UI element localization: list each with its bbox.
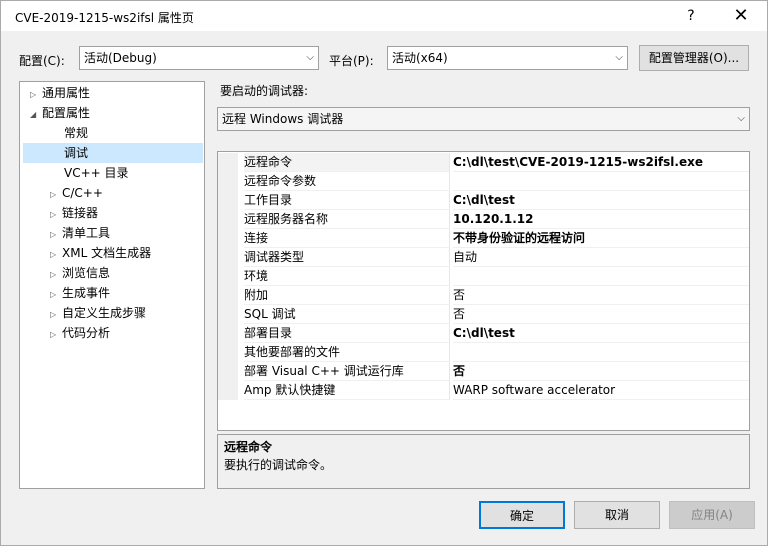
property-name: 部署目录 bbox=[244, 324, 450, 343]
property-row[interactable]: 部署目录 C:\dl\test bbox=[218, 324, 749, 343]
property-row[interactable]: 部署 Visual C++ 调试运行库 否 bbox=[218, 362, 749, 381]
expand-arrow-icon[interactable]: ▷ bbox=[50, 245, 62, 265]
close-button[interactable]: ✕ bbox=[731, 6, 751, 26]
property-row[interactable]: SQL 调试 否 bbox=[218, 305, 749, 324]
property-value[interactable]: WARP software accelerator bbox=[453, 381, 749, 400]
property-row[interactable]: 附加 否 bbox=[218, 286, 749, 305]
tree-item-config-properties[interactable]: ◢ 配置属性 bbox=[30, 103, 200, 123]
property-value[interactable]: 自动 bbox=[453, 248, 749, 267]
property-row[interactable]: 远程命令参数 bbox=[218, 172, 749, 191]
config-dropdown[interactable]: 活动(Debug) ⌵ bbox=[79, 46, 319, 70]
property-name: SQL 调试 bbox=[244, 305, 450, 324]
platform-label: 平台(P): bbox=[329, 54, 374, 68]
window-title: CVE-2019-1215-ws2ifsl 属性页 bbox=[15, 11, 194, 25]
tree-item-build-events[interactable]: ▷ 生成事件 bbox=[50, 283, 200, 303]
config-value: 活动(Debug) bbox=[84, 51, 157, 65]
tree-item-vc-directories[interactable]: VC++ 目录 bbox=[64, 163, 200, 183]
debugger-dropdown[interactable]: 远程 Windows 调试器 ⌵ bbox=[217, 107, 750, 131]
title-bar: CVE-2019-1215-ws2ifsl 属性页 ? ✕ bbox=[1, 1, 767, 31]
platform-value: 活动(x64) bbox=[392, 51, 448, 65]
property-name: 工作目录 bbox=[244, 191, 450, 210]
property-row[interactable]: 远程命令 C:\dl\test\CVE-2019-1215-ws2ifsl.ex… bbox=[218, 153, 749, 172]
property-name: 环境 bbox=[244, 267, 450, 286]
expand-arrow-icon[interactable]: ▷ bbox=[50, 185, 62, 205]
description-title: 远程命令 bbox=[224, 440, 273, 454]
description-pane: 远程命令 要执行的调试命令。 bbox=[217, 434, 750, 489]
config-manager-button[interactable]: 配置管理器(O)... bbox=[639, 45, 749, 71]
expand-arrow-icon[interactable]: ▷ bbox=[50, 285, 62, 305]
tree-item-general[interactable]: 常规 bbox=[64, 123, 200, 143]
chevron-down-icon: ⌵ bbox=[615, 52, 623, 63]
property-value[interactable] bbox=[453, 267, 749, 286]
ok-button[interactable]: 确定 bbox=[479, 501, 565, 529]
property-row[interactable]: 调试器类型 自动 bbox=[218, 248, 749, 267]
property-value[interactable]: 10.120.1.12 bbox=[453, 210, 749, 229]
property-name: 其他要部署的文件 bbox=[244, 343, 450, 362]
property-row[interactable]: 环境 bbox=[218, 267, 749, 286]
property-grid: 远程命令 C:\dl\test\CVE-2019-1215-ws2ifsl.ex… bbox=[217, 151, 750, 431]
property-value[interactable] bbox=[453, 343, 749, 362]
platform-dropdown[interactable]: 活动(x64) ⌵ bbox=[387, 46, 628, 70]
expand-arrow-icon[interactable]: ▷ bbox=[50, 305, 62, 325]
property-name: Amp 默认快捷键 bbox=[244, 381, 450, 400]
property-value[interactable]: 否 bbox=[453, 286, 749, 305]
settings-tree: ▷ 通用属性 ◢ 配置属性 常规 调试 VC++ 目录 ▷ C/C++ ▷ 链接器 ▷ 清… bbox=[19, 81, 205, 489]
property-value[interactable]: 否 bbox=[453, 362, 749, 381]
tree-item-manifest-tool[interactable]: ▷ 清单工具 bbox=[50, 223, 200, 243]
property-value[interactable] bbox=[453, 172, 749, 191]
property-row[interactable]: 远程服务器名称 10.120.1.12 bbox=[218, 210, 749, 229]
help-button[interactable]: ? bbox=[681, 6, 701, 26]
property-name: 部署 Visual C++ 调试运行库 bbox=[244, 362, 450, 381]
expand-arrow-icon[interactable]: ▷ bbox=[50, 265, 62, 285]
tree-item-common[interactable]: ▷ 通用属性 bbox=[30, 83, 200, 103]
tree-item-xml-doc-generator[interactable]: ▷ XML 文档生成器 bbox=[50, 243, 200, 263]
expand-arrow-icon[interactable]: ▷ bbox=[50, 325, 62, 345]
property-name: 附加 bbox=[244, 286, 450, 305]
tree-item-cpp[interactable]: ▷ C/C++ bbox=[50, 183, 200, 203]
property-row[interactable]: 工作目录 C:\dl\test bbox=[218, 191, 749, 210]
property-name: 连接 bbox=[244, 229, 450, 248]
tree-item-browse-info[interactable]: ▷ 浏览信息 bbox=[50, 263, 200, 283]
property-row[interactable]: 连接 不带身份验证的远程访问 bbox=[218, 229, 749, 248]
tree-item-code-analysis[interactable]: ▷ 代码分析 bbox=[50, 323, 200, 343]
expand-arrow-icon[interactable]: ▷ bbox=[30, 85, 42, 105]
property-row[interactable]: Amp 默认快捷键 WARP software accelerator bbox=[218, 381, 749, 400]
property-value[interactable]: 否 bbox=[453, 305, 749, 324]
debugger-label: 要启动的调试器: bbox=[220, 84, 309, 98]
tree-item-debugging[interactable]: 调试 bbox=[23, 143, 203, 163]
description-text: 要执行的调试命令。 bbox=[224, 458, 333, 472]
tree-item-linker[interactable]: ▷ 链接器 bbox=[50, 203, 200, 223]
property-pages-window: CVE-2019-1215-ws2ifsl 属性页 ? ✕ 配置(C): 活动(… bbox=[0, 0, 768, 546]
cancel-button[interactable]: 取消 bbox=[574, 501, 660, 529]
property-name: 远程命令 bbox=[244, 153, 450, 172]
expand-arrow-icon[interactable]: ▷ bbox=[50, 225, 62, 245]
config-label: 配置(C): bbox=[19, 54, 65, 68]
collapse-arrow-icon[interactable]: ◢ bbox=[30, 105, 42, 125]
chevron-down-icon: ⌵ bbox=[306, 52, 314, 63]
expand-arrow-icon[interactable]: ▷ bbox=[50, 205, 62, 225]
apply-button[interactable]: 应用(A) bbox=[669, 501, 755, 529]
property-row[interactable]: 其他要部署的文件 bbox=[218, 343, 749, 362]
property-value[interactable]: 不带身份验证的远程访问 bbox=[453, 229, 749, 248]
property-value[interactable]: C:\dl\test bbox=[453, 324, 749, 343]
property-value[interactable]: C:\dl\test\CVE-2019-1215-ws2ifsl.exe bbox=[453, 153, 749, 172]
property-name: 远程命令参数 bbox=[244, 172, 450, 191]
property-name: 远程服务器名称 bbox=[244, 210, 450, 229]
debugger-value: 远程 Windows 调试器 bbox=[222, 112, 344, 126]
tree-item-custom-build-step[interactable]: ▷ 自定义生成步骤 bbox=[50, 303, 200, 323]
chevron-down-icon: ⌵ bbox=[737, 113, 745, 124]
property-value[interactable]: C:\dl\test bbox=[453, 191, 749, 210]
property-name: 调试器类型 bbox=[244, 248, 450, 267]
